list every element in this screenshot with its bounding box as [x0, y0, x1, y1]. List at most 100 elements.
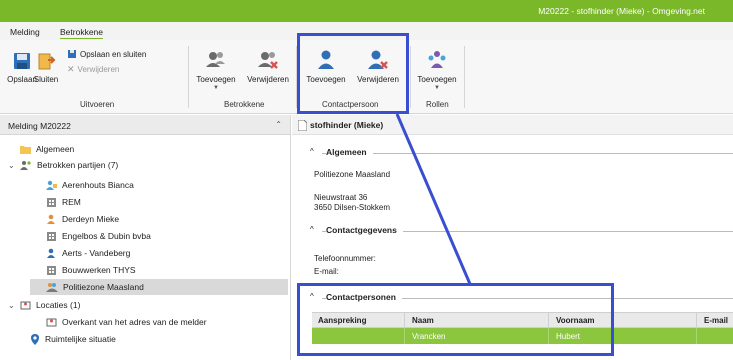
building-icon — [47, 232, 56, 241]
group-separator — [188, 46, 189, 108]
handshake-icon — [46, 283, 58, 292]
sidebar-item-aerenhouts-bianca[interactable]: Aerenhouts Bianca — [46, 177, 134, 193]
sidebar-item-label: Bouwwerken THYS — [62, 265, 136, 275]
collapse-icon[interactable]: ⌄ — [8, 161, 15, 170]
group-label-rollen: Rollen — [426, 100, 449, 109]
save-close-icon — [68, 50, 76, 58]
sidebar-item-locaties[interactable]: Locaties (1) — [20, 297, 80, 313]
person-icon — [47, 248, 55, 258]
contact-card-icon — [46, 180, 57, 190]
column-header-voornaam[interactable]: Voornaam — [556, 316, 595, 325]
people-icon — [20, 161, 31, 170]
sidebar-item-label: Aerenhouts Bianca — [62, 180, 134, 190]
group-separator — [410, 46, 411, 108]
section-contactgegevens[interactable]: ^ Contactgegevens — [292, 223, 733, 237]
location-icon — [20, 301, 31, 310]
contactpersoon-remove-label: Verwijderen — [357, 75, 399, 84]
location-icon — [46, 318, 57, 327]
sidebar-item-engelbos-dubin[interactable]: Engelbos & Dubin bvba — [46, 228, 151, 244]
group-separator — [464, 46, 465, 108]
column-divider — [548, 313, 549, 329]
sidebar-item-derdeyn-mieke[interactable]: Derdeyn Mieke — [46, 211, 119, 227]
grid-header: Aanspreking Naam Voornaam E-mail — [312, 312, 733, 329]
sidebar-item-label: REM — [62, 197, 81, 207]
column-header-aanspreking[interactable]: Aanspreking — [318, 316, 366, 325]
window-title: M20222 - stofhinder (Mieke) - Omgeving.n… — [538, 6, 705, 16]
column-header-naam[interactable]: Naam — [412, 316, 434, 325]
cell-naam: Vrancken — [412, 332, 446, 341]
section-contactpersonen[interactable]: ^ Contactpersonen — [292, 290, 733, 304]
rollen-add-label: Toevoegen — [417, 75, 457, 84]
column-divider — [696, 328, 697, 344]
detail-header: stofhinder (Mieke) — [292, 115, 733, 135]
sidebar-item-label: Overkant van het adres van de melder — [62, 317, 207, 327]
delete-label: Verwijderen — [77, 65, 120, 74]
sidebar-item-betrokken-partijen[interactable]: Betrokken partijen (7) — [20, 157, 118, 173]
sidebar-item-label: Locaties (1) — [36, 300, 81, 310]
group-label-contactpersoon: Contactpersoon — [322, 100, 379, 109]
ribbon: Opslaan Sluiten Opslaan en sluiten ✕ Ver… — [0, 40, 733, 114]
table-row[interactable]: Vrancken Hubert — [312, 328, 733, 344]
sidebar-item-rem[interactable]: REM — [46, 194, 81, 210]
delete-button[interactable]: ✕ Verwijderen — [67, 64, 119, 75]
chevron-up-icon[interactable]: ^ — [310, 225, 314, 234]
map-pin-icon — [31, 333, 39, 345]
sidebar-item-label: Politiezone Maasland — [63, 282, 144, 292]
sidebar-item-label: Aerts - Vandeberg — [62, 248, 131, 258]
group-label-uitvoeren: Uitvoeren — [80, 100, 115, 109]
group-separator — [296, 46, 297, 108]
address-city: 3650 Dilsen-Stokkem — [314, 203, 391, 212]
person-add-icon — [318, 50, 334, 69]
chevron-up-icon[interactable]: ^ — [310, 292, 314, 301]
betrokkene-add-label: Toevoegen — [196, 75, 236, 84]
sidebar-item-bouwwerken-thys[interactable]: Bouwwerken THYS — [46, 262, 136, 278]
sidebar-title: Melding M20222 — [8, 121, 71, 131]
column-header-email[interactable]: E-mail — [704, 316, 728, 325]
chevron-up-icon[interactable]: ^ — [310, 147, 314, 156]
cell-voornaam: Hubert — [556, 332, 581, 341]
sidebar-item-label: Derdeyn Mieke — [62, 214, 120, 224]
sidebar-header: Melding M20222 ⌃ — [0, 115, 290, 135]
sidebar-item-aerts-vandeberg[interactable]: Aerts - Vandeberg — [46, 245, 130, 261]
contactpersoon-remove-button[interactable]: Verwijderen — [352, 49, 404, 84]
contactpersoon-add-button[interactable]: Toevoegen — [303, 49, 349, 84]
ribbon-tab-strip: Melding Betrokkene — [0, 22, 733, 40]
address-street: Nieuwstraat 36 — [314, 193, 368, 202]
tab-melding[interactable]: Melding — [10, 27, 40, 37]
document-icon — [298, 120, 307, 131]
email-label: E-mail: — [314, 267, 339, 276]
save-icon — [14, 53, 30, 69]
detail-title: stofhinder (Mieke) — [310, 120, 384, 130]
group-label-betrokkene: Betrokkene — [224, 100, 265, 109]
chevron-down-icon: ▼ — [213, 85, 219, 91]
rollen-add-button[interactable]: Toevoegen ▼ — [416, 49, 458, 91]
close-button-label: Sluiten — [33, 75, 59, 84]
contactpersoon-add-label: Toevoegen — [306, 75, 346, 84]
party-name: Politiezone Maasland — [314, 170, 391, 179]
section-title: Algemeen — [326, 147, 373, 157]
section-rule — [322, 153, 733, 154]
sidebar-item-politiezone-maasland[interactable]: Politiezone Maasland — [30, 279, 288, 295]
person-remove-icon — [368, 50, 388, 69]
collapse-icon[interactable]: ⌄ — [8, 301, 15, 310]
section-title: Contactgegevens — [326, 225, 403, 235]
section-algemeen[interactable]: ^ Algemeen — [292, 145, 733, 159]
save-and-close-button[interactable]: Opslaan en sluiten — [67, 49, 146, 59]
roles-icon — [428, 51, 446, 68]
section-title: Contactpersonen — [326, 292, 402, 302]
betrokkene-remove-button[interactable]: Verwijderen — [245, 49, 291, 84]
sidebar-item-label: Engelbos & Dubin bvba — [62, 231, 151, 241]
sidebar-item-ruimtelijke-situatie[interactable]: Ruimtelijke situatie — [30, 331, 116, 347]
phone-label: Telefoonnummer: — [314, 254, 376, 263]
chevron-up-icon[interactable]: ⌃ — [275, 120, 282, 129]
tab-betrokkene[interactable]: Betrokkene — [60, 27, 103, 39]
close-button[interactable]: Sluiten — [31, 51, 61, 84]
betrokkene-add-button[interactable]: Toevoegen ▼ — [196, 49, 236, 91]
column-divider — [404, 313, 405, 329]
people-remove-icon — [258, 52, 278, 69]
sidebar-item-overkant-adres[interactable]: Overkant van het adres van de melder — [46, 314, 207, 330]
sidebar-item-label: Algemeen — [36, 144, 75, 154]
sidebar-item-algemeen[interactable]: Algemeen — [20, 141, 74, 157]
column-divider — [548, 328, 549, 344]
column-divider — [696, 313, 697, 329]
